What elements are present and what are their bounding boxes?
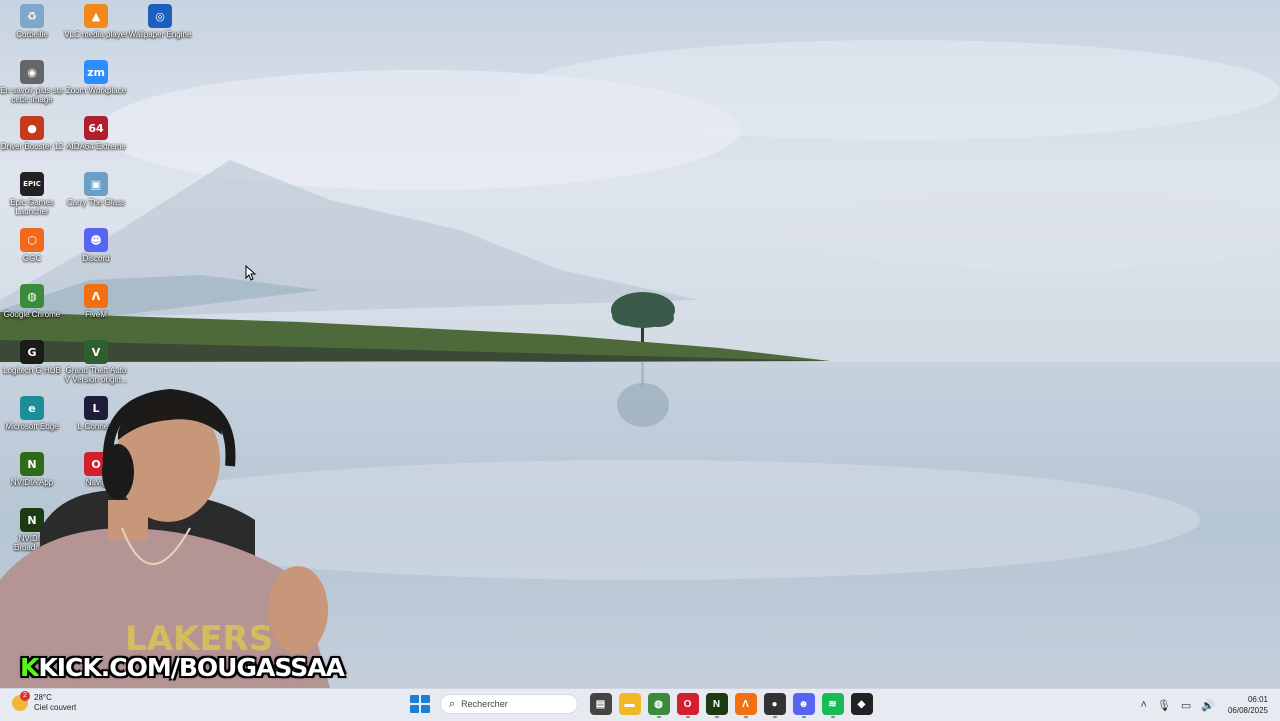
search-placeholder: Rechercher <box>461 699 508 709</box>
taskbar-app-glyph: ☻ <box>798 698 809 710</box>
desktop-icon[interactable]: ◉ En savoir plus sur cette image <box>0 60 64 104</box>
taskbar-clock[interactable]: 06:01 06/08/2025 <box>1228 694 1268 716</box>
desktop-icon-label: Epic Games Launcher <box>10 198 54 216</box>
epic-games-icon: EPIC <box>20 172 44 196</box>
search-icon: ⌕ <box>449 697 456 710</box>
driver-booster-icon: ● <box>20 116 44 140</box>
desktop-icon-label: Discord <box>82 254 110 263</box>
start-button[interactable] <box>408 693 430 715</box>
system-tray: ˄ 🎙 ▭ 🔊 06:01 06/08/2025 <box>1135 689 1280 721</box>
taskbar-app-fivem-icon[interactable]: Λ <box>734 693 757 718</box>
desktop-icon[interactable]: ● Driver Booster 12 <box>0 116 64 151</box>
desktop-icon-label: FiveM <box>85 310 107 319</box>
desktop-icon[interactable]: EPIC Epic Games Launcher <box>0 172 64 216</box>
ggc-icon: ⬡ <box>20 228 44 252</box>
carry-the-glass-icon: ▣ <box>84 172 108 196</box>
taskbar-app-glyph: ▤ <box>595 698 606 710</box>
desktop-icon-label: Logitech G HUB <box>3 366 61 375</box>
taskbar-app-glyph: ▬ <box>624 698 635 710</box>
taskbar-app-app-red-dot-icon[interactable]: ● <box>763 693 786 718</box>
weather-sun-icon: 2 <box>12 691 30 711</box>
weather-temperature: 28°C <box>34 693 52 702</box>
running-indicator <box>743 716 748 718</box>
desktop-icon[interactable]: Λ FiveM <box>64 284 128 319</box>
kick-channel-text: KICK.COM/BOUGASSAA <box>38 653 345 682</box>
taskbar-search[interactable]: ⌕ Rechercher <box>440 694 578 714</box>
desktop-icon[interactable]: ◎ Wallpaper Engine <box>128 4 192 39</box>
logitech-ghub-icon: G <box>20 340 44 364</box>
taskbar-app-glyph: ● <box>771 698 778 710</box>
desktop-icon-label: En savoir plus sur cette image <box>0 86 64 104</box>
gta-v-icon: V <box>84 340 108 364</box>
taskbar-app-file-explorer-icon[interactable]: ▬ <box>618 693 641 715</box>
vlc-icon: ▲ <box>84 4 108 28</box>
discord-icon: ☻ <box>84 228 108 252</box>
taskbar-app-glyph: ≋ <box>828 698 837 710</box>
network-icon[interactable]: ▭ <box>1181 699 1191 712</box>
taskbar-app-discord-icon[interactable]: ☻ <box>792 693 815 718</box>
weather-widget[interactable]: 2 28°C Ciel couvert <box>12 691 77 713</box>
streamer-figure: LAKERS <box>0 388 330 688</box>
kick-logo-letter: K <box>20 653 39 682</box>
chevron-up-icon[interactable]: ˄ <box>1140 699 1146 711</box>
taskbar-app-task-view-icon[interactable]: ▤ <box>589 693 612 715</box>
taskbar-app-glyph: ◆ <box>857 698 866 710</box>
running-indicator <box>656 716 661 718</box>
recycle-bin-icon: ♻ <box>20 4 44 28</box>
desktop-icon[interactable]: G Logitech G HUB <box>0 340 64 375</box>
webcam-overlay: LAKERS <box>0 380 340 688</box>
mouse-cursor-icon <box>245 265 257 281</box>
desktop-icon[interactable]: ▣ Carry The Glass <box>64 172 128 207</box>
desktop-icon-label: Wallpaper Engine <box>128 30 192 39</box>
clock-date: 06/08/2025 <box>1227 706 1268 715</box>
running-indicator <box>801 716 806 718</box>
taskbar: 2 28°C Ciel couvert ⌕ Rechercher ▤ ▬ ◍ O N Λ ●… <box>0 688 1280 721</box>
desktop-icon-label: Corbeille <box>16 30 48 39</box>
taskbar-app-spotify-icon[interactable]: ≋ <box>821 693 844 718</box>
taskbar-app-steam-like-icon[interactable]: ◆ <box>850 693 873 715</box>
desktop-icon[interactable]: ◍ Google Chrome <box>0 284 64 319</box>
desktop-icon[interactable]: ▲ VLC media player <box>64 4 128 39</box>
chrome-icon: ◍ <box>20 284 44 308</box>
desktop-icon-label: Google Chrome <box>3 310 61 319</box>
microphone-icon[interactable]: 🎙 <box>1157 699 1171 712</box>
desktop-icon-label: AIDA64 Extreme <box>66 142 126 151</box>
running-indicator <box>772 716 777 718</box>
taskbar-app-glyph: N <box>712 698 721 710</box>
wallpaper-engine-icon: ◎ <box>148 4 172 28</box>
weather-badge: 2 <box>20 691 30 701</box>
desktop-icon[interactable]: ⬡ GGC <box>0 228 64 263</box>
running-indicator <box>714 716 719 718</box>
desktop-icon-label: Zoom Workplace <box>65 86 127 95</box>
taskbar-app-glyph: Λ <box>742 698 749 710</box>
taskbar-app-opera-icon[interactable]: O <box>676 693 699 718</box>
taskbar-app-chrome-icon[interactable]: ◍ <box>647 693 670 718</box>
desktop-icon-label: VLC media player <box>64 30 128 39</box>
running-indicator <box>830 716 835 718</box>
desktop-icon-label: GGC <box>22 254 42 263</box>
taskbar-center: ⌕ Rechercher ▤ ▬ ◍ O N Λ ● ☻ ≋ ◆ <box>408 693 876 718</box>
windows-logo-icon <box>410 695 419 703</box>
clock-time: 06:01 <box>1247 695 1268 704</box>
taskbar-pinned-apps: ▤ ▬ ◍ O N Λ ● ☻ ≋ ◆ <box>586 693 876 718</box>
desktop-icon[interactable]: ♻ Corbeille <box>0 4 64 39</box>
running-indicator <box>685 716 690 718</box>
taskbar-app-nvidia-broadcast-icon[interactable]: N <box>705 693 728 718</box>
desktop-icon[interactable]: zm Zoom Workplace <box>64 60 128 95</box>
weather-description: Ciel couvert <box>34 703 77 712</box>
desktop-icon[interactable]: V Grand Theft Auto V Version origin... <box>64 340 128 384</box>
desktop-icon-label: Driver Booster 12 <box>0 142 64 151</box>
desktop-icon[interactable]: 64 AIDA64 Extreme <box>64 116 128 151</box>
kick-channel-banner: KKICK.COM/BOUGASSAA <box>20 653 345 683</box>
aida64-icon: 64 <box>84 116 108 140</box>
desktop-icon[interactable]: ☻ Discord <box>64 228 128 263</box>
fivem-icon: Λ <box>84 284 108 308</box>
camera-info-icon: ◉ <box>20 60 44 84</box>
taskbar-app-glyph: ◍ <box>654 698 663 710</box>
volume-icon[interactable]: 🔊 <box>1201 699 1215 712</box>
zoom-icon: zm <box>84 60 108 84</box>
taskbar-app-glyph: O <box>683 698 692 710</box>
desktop-icon-label: Carry The Glass <box>66 198 126 207</box>
